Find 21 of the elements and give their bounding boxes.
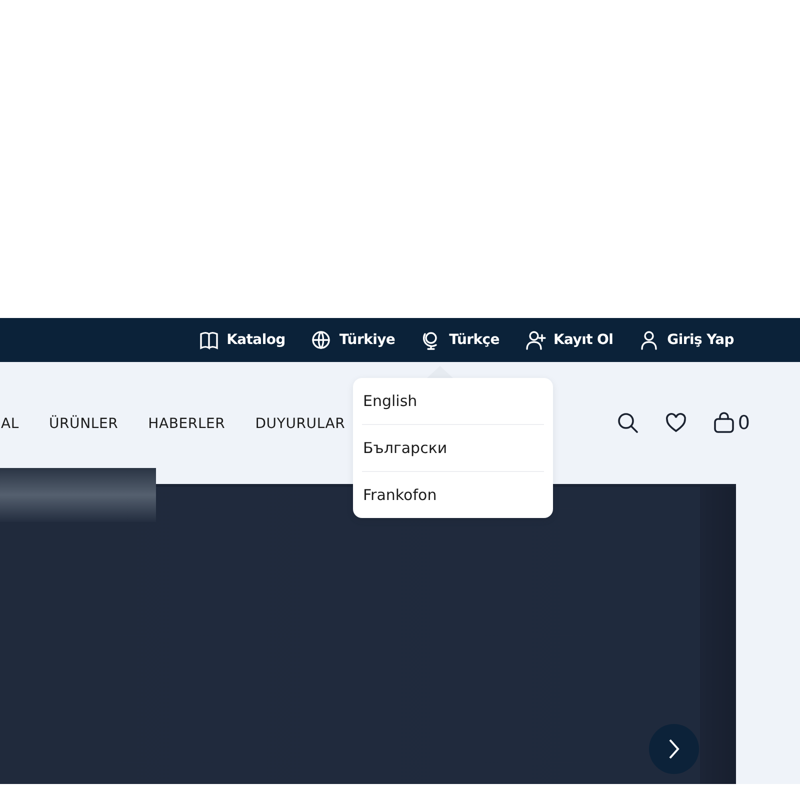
user-icon xyxy=(639,330,660,350)
top-bar-link[interactable]: Kayıt Ol xyxy=(526,330,614,350)
nav-link[interactable]: HABERLER xyxy=(148,416,226,432)
language-option[interactable]: Frankofon xyxy=(362,472,544,518)
heart-icon[interactable] xyxy=(664,412,687,434)
book-icon xyxy=(198,330,219,350)
nav-link[interactable]: ÜRÜNLER xyxy=(48,416,118,432)
top-bar-link[interactable]: Türkiye xyxy=(311,330,396,350)
top-bar-link[interactable]: Katalog xyxy=(198,330,286,350)
top-bar-link[interactable]: Türkçe xyxy=(421,330,500,350)
bag-icon[interactable] xyxy=(712,412,735,434)
nav-link[interactable]: AL xyxy=(1,416,19,432)
top-bar-link[interactable]: Giriş Yap xyxy=(639,330,734,350)
cart-count: 0 xyxy=(738,412,750,434)
language-option[interactable]: Български xyxy=(362,425,544,472)
language-option[interactable]: English xyxy=(362,378,544,425)
search-icon[interactable] xyxy=(616,412,639,434)
chevron-right-icon xyxy=(667,738,681,760)
globe-icon xyxy=(311,330,332,350)
add-user-icon xyxy=(526,330,546,350)
nav-link[interactable]: DUYURULAR xyxy=(255,416,346,432)
